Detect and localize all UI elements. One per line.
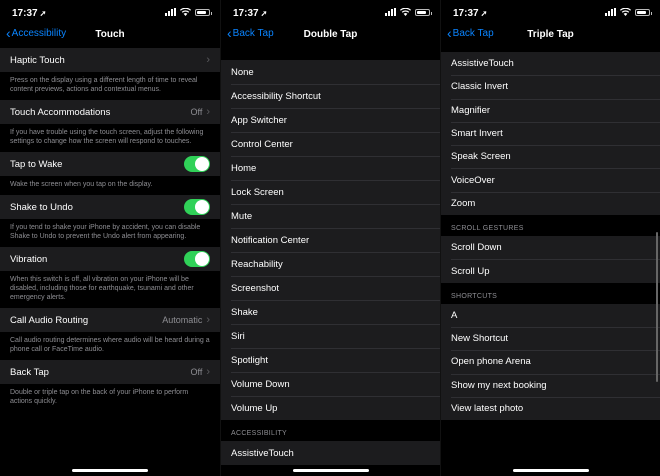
list-item[interactable]: None (221, 60, 440, 84)
list-item[interactable]: Lock Screen (221, 180, 440, 204)
double-tap-options: None Accessibility Shortcut App Switcher… (221, 60, 440, 420)
list-item[interactable]: AssistiveTouch (221, 441, 440, 465)
status-bar: 17:37 ➚ (221, 0, 440, 24)
vibration-toggle[interactable] (184, 251, 210, 267)
list-item[interactable]: Accessibility Shortcut (221, 84, 440, 108)
call-audio-routing-footer: Call audio routing determines where audi… (10, 337, 210, 353)
list-item[interactable]: Magnifier (441, 98, 660, 122)
list-item[interactable]: Home (221, 156, 440, 180)
triple-tap-screen: 17:37 ➚ ‹ Back Tap Triple Tap AssistiveTou… (440, 0, 660, 476)
home-indicator (72, 469, 148, 472)
settings-list: Haptic Touch › Press on the display using… (0, 48, 220, 476)
list-item[interactable]: Smart Invert (441, 121, 660, 146)
list-item[interactable]: Mute (221, 204, 440, 228)
section-header-shortcuts: SHORTCUTS (451, 292, 498, 300)
signal-icon (165, 8, 176, 16)
touch-screen: 17:37 ➚ ‹ Accessibility Touch Haptic Touch… (0, 0, 220, 476)
battery-icon (415, 8, 432, 16)
page-title: Triple Tap (527, 29, 574, 40)
status-bar: 17:37 ➚ (0, 0, 220, 24)
section-header-scroll-gestures: SCROLL GESTURES (451, 225, 524, 233)
chevron-right-icon: › (206, 314, 210, 326)
list-item[interactable]: Shake (221, 300, 440, 324)
list-item[interactable]: Show my next booking (441, 373, 660, 397)
double-tap-screen: 17:37 ➚ ‹ Back Tap Double Tap None Accessi… (220, 0, 440, 476)
status-icons (165, 8, 212, 16)
list-item[interactable]: Volume Down (221, 372, 440, 396)
scrollbar[interactable] (656, 232, 658, 382)
list-item[interactable]: Scroll Down (441, 236, 660, 260)
list-item[interactable]: New Shortcut (441, 326, 660, 351)
call-audio-routing-row[interactable]: Call Audio Routing Automatic › (0, 308, 220, 332)
list-item[interactable]: App Switcher (221, 108, 440, 132)
touch-accommodations-footer: If you have trouble using the touch scre… (10, 129, 204, 145)
status-icons (605, 8, 652, 16)
shake-to-undo-row: Shake to Undo (0, 195, 220, 219)
status-time: 17:37 ➚ (12, 8, 47, 19)
battery-icon (195, 8, 212, 16)
tap-to-wake-row: Tap to Wake (0, 152, 220, 176)
back-tap-row[interactable]: Back Tap Off › (0, 360, 220, 384)
status-bar: 17:37 ➚ (441, 0, 660, 24)
haptic-touch-footer: Press on the display using a different l… (10, 77, 198, 93)
shake-to-undo-footer: If you tend to shake your iPhone by acci… (10, 224, 201, 240)
status-time: 17:37 ➚ (453, 8, 488, 19)
location-icon: ➚ (480, 9, 488, 18)
chevron-right-icon: › (206, 366, 210, 378)
wifi-icon (180, 8, 191, 16)
wifi-icon (620, 8, 631, 16)
list-item[interactable]: A (441, 303, 660, 327)
page-title: Touch (95, 29, 125, 40)
list-item[interactable]: Volume Up (221, 396, 440, 420)
tap-to-wake-toggle[interactable] (184, 156, 210, 172)
location-icon: ➚ (260, 9, 268, 18)
signal-icon (385, 8, 396, 16)
page-title: Double Tap (303, 29, 358, 40)
chevron-right-icon: › (206, 106, 210, 118)
nav-bar: ‹ Back Tap Double Tap (221, 24, 440, 46)
action-list: None Accessibility Shortcut App Switcher… (221, 48, 440, 476)
list-item[interactable]: Screenshot (221, 276, 440, 300)
list-item[interactable]: VoiceOver (441, 168, 660, 192)
list-item[interactable]: Scroll Up (441, 259, 660, 283)
action-list: AssistiveTouch Classic Invert Magnifier … (441, 52, 660, 476)
list-item[interactable]: Open phone Arena (441, 350, 660, 374)
vibration-row: Vibration (0, 247, 220, 271)
list-item[interactable]: Classic Invert (441, 75, 660, 99)
status-time: 17:37 ➚ (233, 8, 268, 19)
battery-icon (635, 8, 652, 16)
list-item[interactable]: Control Center (221, 132, 440, 156)
vibration-footer: When this switch is off, all vibration o… (10, 276, 194, 301)
home-indicator (512, 469, 589, 472)
list-item[interactable]: View latest photo (441, 396, 660, 421)
list-item[interactable]: Notification Center (221, 228, 440, 252)
chevron-right-icon: › (206, 54, 210, 66)
home-indicator (292, 469, 369, 472)
tap-to-wake-footer: Wake the screen when you tap on the disp… (10, 181, 153, 188)
nav-bar: ‹ Accessibility Touch (0, 24, 220, 46)
section-header-accessibility: ACCESSIBILITY (231, 430, 288, 437)
list-item[interactable]: Reachability (221, 252, 440, 276)
shake-to-undo-toggle[interactable] (184, 199, 210, 215)
list-item[interactable]: Speak Screen (441, 145, 660, 169)
list-item[interactable]: AssistiveTouch (441, 52, 660, 76)
location-icon: ➚ (39, 9, 47, 18)
list-item[interactable]: Zoom (441, 191, 660, 216)
back-tap-footer: Double or triple tap on the back of your… (10, 389, 189, 405)
list-item[interactable]: Siri (221, 324, 440, 348)
list-item[interactable]: Spotlight (221, 348, 440, 372)
status-icons (385, 8, 432, 16)
signal-icon (605, 8, 616, 16)
nav-bar: ‹ Back Tap Triple Tap (441, 24, 660, 46)
touch-accommodations-row[interactable]: Touch Accommodations Off › (0, 100, 220, 124)
haptic-touch-row[interactable]: Haptic Touch › (0, 48, 220, 72)
wifi-icon (400, 8, 411, 16)
